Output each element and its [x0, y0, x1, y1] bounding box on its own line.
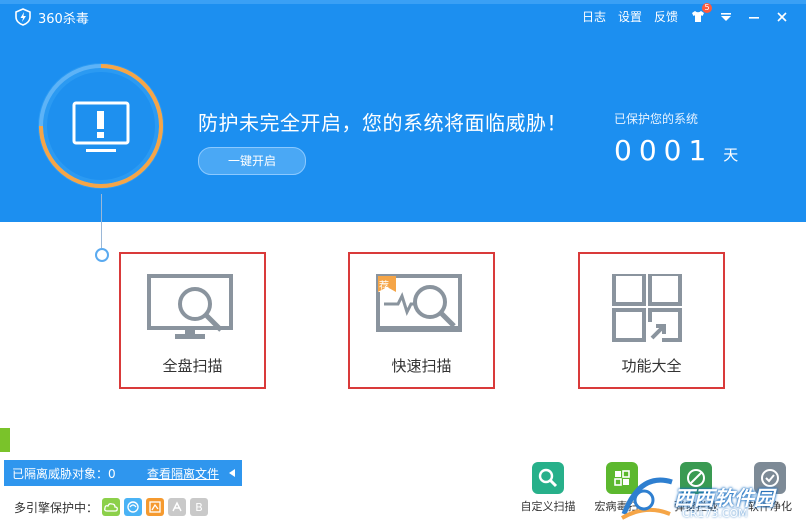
cloud-engine-icon[interactable]	[102, 498, 121, 516]
shirt-icon	[692, 11, 704, 22]
bitdefender-engine-icon[interactable]: B	[190, 498, 209, 516]
custom-scan-icon	[532, 462, 564, 494]
notification-badge: 5	[702, 2, 712, 13]
left-arrow-icon[interactable]	[227, 468, 236, 478]
status-header: 360杀毒 日志 设置 反馈 5 防护未完全开启，您的系统将面临威胁！ 一键开启…	[0, 0, 806, 222]
engine-status: 多引擎保护中： B	[14, 498, 209, 516]
protected-days-count: 0001	[614, 134, 714, 167]
days-unit: 天	[723, 146, 739, 164]
connector-dot	[95, 248, 109, 262]
enable-protection-button[interactable]: 一键开启	[198, 147, 306, 175]
watermark-url: CR173.COM	[682, 507, 748, 520]
side-tab[interactable]	[0, 428, 10, 452]
top-nav: 日志 设置 反馈 5	[582, 2, 790, 25]
log-link[interactable]: 日志	[582, 8, 606, 25]
all-functions-card[interactable]: 功能大全	[578, 252, 725, 389]
warning-message: 防护未完全开启，您的系统将面临威胁！	[198, 111, 567, 135]
quick-scan-label: 快速扫描	[391, 357, 452, 375]
app-title: 360杀毒	[38, 11, 89, 27]
protection-status-ring	[38, 63, 164, 189]
custom-scan-tool[interactable]: 自定义扫描	[518, 462, 578, 514]
minimize-icon	[749, 16, 759, 19]
system-repair-engine-icon[interactable]	[146, 498, 165, 516]
full-scan-label: 全盘扫描	[162, 357, 223, 375]
full-scan-icon	[147, 274, 233, 339]
recommended-badge: 荐	[379, 281, 389, 292]
quarantine-count: 已隔离威胁对象：0	[12, 466, 116, 481]
header-top-strip	[0, 0, 806, 4]
title-bar: 360杀毒	[14, 7, 89, 27]
quarantine-bar: 已隔离威胁对象：0 查看隔离文件	[4, 460, 242, 486]
minimize-button[interactable]	[746, 9, 762, 25]
protected-days-label: 已保护您的系统	[614, 112, 699, 126]
shield-logo-icon	[15, 8, 31, 26]
all-functions-label: 功能大全	[621, 357, 682, 375]
full-scan-card[interactable]: 全盘扫描	[119, 252, 266, 389]
close-icon	[777, 11, 787, 22]
grid-functions-icon	[612, 274, 682, 342]
connector-line	[101, 194, 102, 248]
engine-status-label: 多引擎保护中：	[14, 500, 99, 515]
quick-scan-card[interactable]: 荐 快速扫描	[348, 252, 495, 389]
skin-button[interactable]: 5	[690, 2, 712, 25]
menu-arrow-icon	[721, 12, 731, 21]
view-quarantine-link[interactable]: 查看隔离文件	[147, 465, 219, 482]
close-button[interactable]	[774, 9, 790, 25]
settings-link[interactable]: 设置	[618, 8, 642, 25]
watermark-logo-icon	[620, 477, 673, 520]
feedback-link[interactable]: 反馈	[654, 8, 678, 25]
avira-engine-icon[interactable]	[168, 498, 187, 516]
app-window: 360杀毒 日志 设置 反馈 5 防护未完全开启，您的系统将面临威胁！ 一键开启…	[0, 0, 806, 528]
protected-days: 0001 天	[614, 134, 738, 167]
menu-button[interactable]	[718, 9, 734, 25]
custom-scan-label: 自定义扫描	[520, 500, 576, 513]
qvm-engine-icon[interactable]	[124, 498, 143, 516]
watermark: 西西软件园 CR173.COM	[612, 474, 800, 524]
